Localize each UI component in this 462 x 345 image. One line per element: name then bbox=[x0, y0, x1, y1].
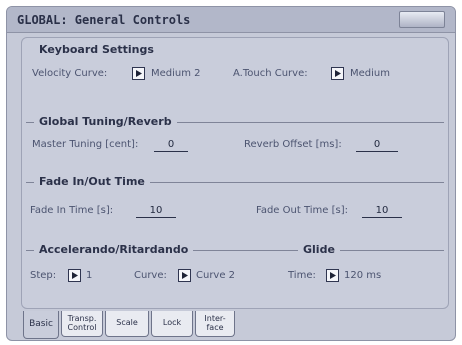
global-tuning-title: Global Tuning/Reverb bbox=[34, 115, 177, 128]
triangle-right-icon bbox=[72, 272, 78, 279]
step-value: 1 bbox=[86, 270, 93, 281]
triangle-right-icon bbox=[335, 70, 341, 77]
reverb-offset-label: Reverb Offset [ms]: bbox=[244, 139, 342, 150]
velocity-curve-label: Velocity Curve: bbox=[32, 68, 108, 79]
curve-value: Curve 2 bbox=[196, 270, 236, 281]
atouch-curve-value: Medium bbox=[350, 68, 390, 79]
curve-label: Curve: bbox=[134, 270, 167, 281]
atouch-curve-label: A.Touch Curve: bbox=[233, 68, 308, 79]
tab-basic[interactable]: Basic bbox=[23, 311, 59, 339]
step-popup-button[interactable] bbox=[68, 269, 81, 282]
accel-ritard-title: Accelerando/Ritardando bbox=[34, 243, 194, 256]
global-general-controls-screen: GLOBAL: General Controls Keyboard Settin… bbox=[6, 6, 456, 341]
global-tuning-group: Global Tuning/Reverb Master Tuning [cent… bbox=[26, 115, 444, 178]
window-title: GLOBAL: General Controls bbox=[17, 13, 191, 27]
fade-time-group: Fade In/Out Time Fade In Time [s]: 10 Fa… bbox=[26, 175, 444, 238]
glide-title: Glide bbox=[298, 243, 340, 256]
fade-in-label: Fade In Time [s]: bbox=[30, 205, 114, 216]
tab-interface[interactable]: Inter- face bbox=[195, 311, 235, 337]
master-tuning-label: Master Tuning [cent]: bbox=[32, 139, 139, 150]
title-bar: GLOBAL: General Controls bbox=[7, 7, 455, 33]
fade-out-label: Fade Out Time [s]: bbox=[256, 205, 348, 216]
reverb-offset-field[interactable]: 0 bbox=[356, 139, 398, 152]
curve-popup-button[interactable] bbox=[178, 269, 191, 282]
glide-time-popup-button[interactable] bbox=[326, 269, 339, 282]
glide-time-label: Time: bbox=[288, 270, 316, 281]
tab-scale[interactable]: Scale bbox=[105, 311, 149, 337]
page-menu-button[interactable] bbox=[399, 11, 445, 28]
step-label: Step: bbox=[30, 270, 57, 281]
velocity-curve-value: Medium 2 bbox=[151, 68, 201, 79]
atouch-curve-popup-button[interactable] bbox=[331, 67, 344, 80]
keyboard-settings-group: Keyboard Settings Velocity Curve: Medium… bbox=[26, 38, 444, 102]
velocity-curve-popup-button[interactable] bbox=[132, 67, 145, 80]
tab-lock[interactable]: Lock bbox=[151, 311, 193, 337]
triangle-right-icon bbox=[330, 272, 336, 279]
glide-time-value: 120 ms bbox=[344, 270, 382, 281]
triangle-right-icon bbox=[136, 70, 142, 77]
tab-transp-control[interactable]: Transp. Control bbox=[61, 311, 103, 337]
fade-time-title: Fade In/Out Time bbox=[34, 175, 150, 188]
triangle-right-icon bbox=[182, 272, 188, 279]
fade-out-field[interactable]: 10 bbox=[362, 205, 402, 218]
keyboard-settings-title: Keyboard Settings bbox=[34, 43, 159, 56]
controls-panel: Keyboard Settings Velocity Curve: Medium… bbox=[21, 37, 449, 309]
page-tabs: Basic Transp. Control Scale Lock Inter- … bbox=[19, 311, 449, 340]
fade-in-field[interactable]: 10 bbox=[136, 205, 176, 218]
master-tuning-field[interactable]: 0 bbox=[154, 139, 188, 152]
accel-ritard-group: Accelerando/Ritardando Glide Step: 1 Cur… bbox=[26, 243, 444, 306]
